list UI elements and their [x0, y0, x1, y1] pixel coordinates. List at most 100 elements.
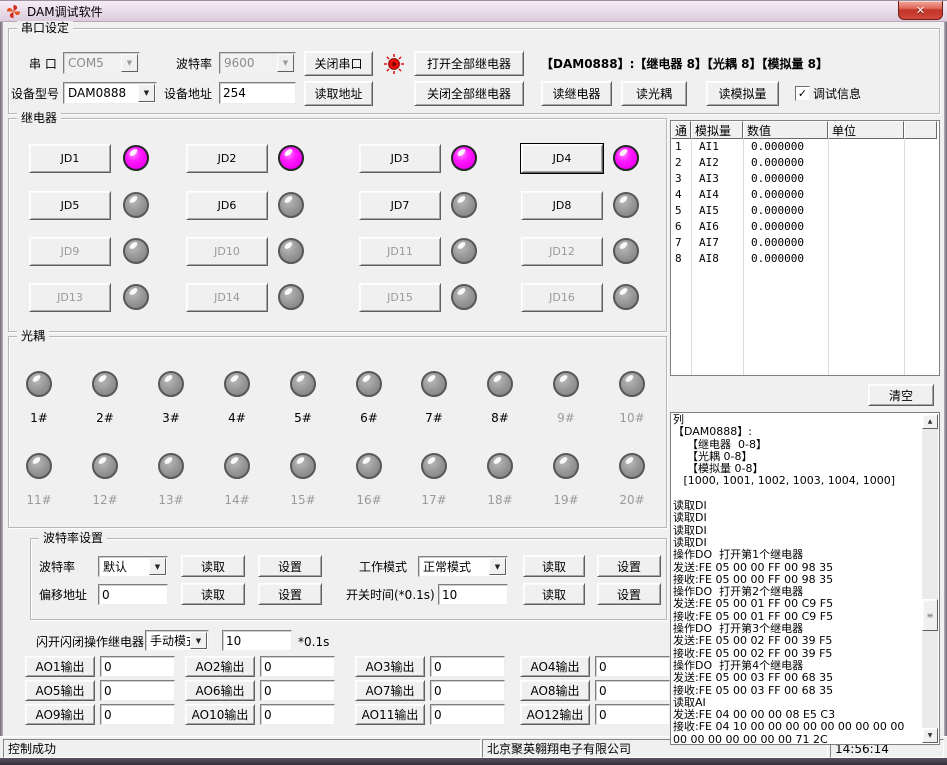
ao-output-input-2[interactable] — [260, 656, 335, 677]
baudrate-label: 波特率 — [176, 56, 212, 72]
table-header-cell[interactable]: 通 — [671, 121, 691, 139]
close-icon: ✕ — [916, 4, 925, 17]
clear-log-button[interactable]: 清空 — [868, 384, 934, 406]
ao-output-button-9[interactable]: AO9输出 — [25, 704, 95, 725]
device-model-select[interactable]: DAM0888 ▼ — [63, 82, 157, 104]
flash-mode-select[interactable]: 手动模式 ▼ — [145, 630, 209, 651]
ao-output-input-8[interactable] — [595, 680, 670, 701]
open-all-relays-button[interactable]: 打开全部继电器 — [414, 51, 524, 76]
table-cell: 7 — [675, 235, 682, 251]
debug-info-label: 调试信息 — [813, 86, 861, 102]
close-button[interactable]: ✕ — [898, 1, 943, 20]
titlebar[interactable]: DAM调试软件 ✕ — [0, 0, 947, 22]
switch-time-set-button[interactable]: 设置 — [597, 583, 661, 605]
ao-output-button-11[interactable]: AO11输出 — [355, 704, 425, 725]
ao-output-input-7[interactable] — [430, 680, 505, 701]
relay-led-jd11 — [451, 238, 477, 264]
baudrate-select[interactable]: 9600 ▼ — [219, 52, 296, 74]
baudrate-read-button[interactable]: 读取 — [181, 555, 245, 577]
relay-button-jd4[interactable]: JD4 — [521, 144, 603, 173]
ao-output-button-7[interactable]: AO7输出 — [355, 680, 425, 701]
opto-led-14 — [224, 453, 250, 479]
offset-set-button[interactable]: 设置 — [258, 583, 322, 605]
opto-led-18 — [487, 453, 513, 479]
baudrate-set-button[interactable]: 设置 — [258, 555, 322, 577]
log-panel[interactable]: 列 【DAM0888】: 【继电器 0-8】 【光耦 0-8】 【模拟量 0-8… — [670, 412, 940, 745]
ao-output-button-3[interactable]: AO3输出 — [355, 656, 425, 677]
relay-button-jd5[interactable]: JD5 — [29, 191, 111, 220]
table-header-cell[interactable] — [904, 121, 937, 139]
debug-info-checkbox[interactable]: ✓ — [795, 86, 810, 101]
ao-output-input-9[interactable] — [100, 704, 175, 725]
relay-button-jd9[interactable]: JD9 — [29, 237, 111, 266]
relay-button-jd1[interactable]: JD1 — [29, 144, 111, 173]
relay-button-jd8[interactable]: JD8 — [521, 191, 603, 220]
work-mode-select[interactable]: 正常模式 ▼ — [418, 556, 508, 577]
read-relays-button[interactable]: 读继电器 — [541, 81, 612, 106]
opto-label-6: 6# — [349, 411, 389, 425]
offset-address-input[interactable] — [98, 584, 168, 605]
app-icon — [6, 4, 21, 19]
table-cell: 0.000000 — [751, 251, 804, 267]
switch-time-label: 开关时间(*0.1s) — [346, 587, 435, 603]
flash-time-input[interactable] — [222, 630, 292, 651]
relay-button-jd13[interactable]: JD13 — [29, 283, 111, 312]
relay-button-jd11[interactable]: JD11 — [359, 237, 441, 266]
scroll-up-icon[interactable]: ▲ — [922, 414, 938, 429]
table-cell: AI1 — [699, 139, 719, 155]
read-opto-button[interactable]: 读光耦 — [621, 81, 687, 106]
ao-output-input-4[interactable] — [595, 656, 670, 677]
ao-output-button-4[interactable]: AO4输出 — [520, 656, 590, 677]
close-all-relays-button[interactable]: 关闭全部继电器 — [414, 81, 524, 106]
baudrate-setting-select[interactable]: 默认 ▼ — [98, 556, 168, 577]
ao-output-input-10[interactable] — [260, 704, 335, 725]
analog-table[interactable]: 通模拟量数值单位 1AI10.0000002AI20.0000003AI30.0… — [670, 120, 940, 376]
table-header-cell[interactable]: 模拟量 — [691, 121, 743, 139]
ao-output-button-10[interactable]: AO10输出 — [185, 704, 255, 725]
log-output[interactable]: 列 【DAM0888】: 【继电器 0-8】 【光耦 0-8】 【模拟量 0-8… — [673, 414, 921, 743]
switch-time-read-button[interactable]: 读取 — [523, 583, 585, 605]
device-address-input[interactable] — [219, 82, 296, 104]
relay-button-jd2[interactable]: JD2 — [186, 144, 268, 173]
log-scrollbar[interactable]: ▲ ≡ ▼ — [922, 414, 938, 743]
switch-time-input[interactable] — [438, 584, 508, 605]
close-serial-button[interactable]: 关闭串口 — [304, 51, 373, 76]
port-select[interactable]: COM5 ▼ — [63, 52, 140, 74]
opto-led-19 — [553, 453, 579, 479]
relay-button-jd15[interactable]: JD15 — [359, 283, 441, 312]
ao-output-input-6[interactable] — [260, 680, 335, 701]
relay-button-jd7[interactable]: JD7 — [359, 191, 441, 220]
relay-group: 继电器 JD1JD2JD3JD4JD5JD6JD7JD8JD9JD10JD11J… — [8, 118, 667, 332]
read-analog-button[interactable]: 读模拟量 — [706, 81, 779, 106]
ao-output-input-3[interactable] — [430, 656, 505, 677]
ao-output-button-8[interactable]: AO8输出 — [520, 680, 590, 701]
offset-read-button[interactable]: 读取 — [181, 583, 245, 605]
ao-output-input-5[interactable] — [100, 680, 175, 701]
relay-button-jd3[interactable]: JD3 — [359, 144, 441, 173]
ao-output-button-6[interactable]: AO6输出 — [185, 680, 255, 701]
ao-output-button-5[interactable]: AO5输出 — [25, 680, 95, 701]
relay-button-jd14[interactable]: JD14 — [186, 283, 268, 312]
relay-button-jd6[interactable]: JD6 — [186, 191, 268, 220]
ao-output-button-2[interactable]: AO2输出 — [185, 656, 255, 677]
table-row: 7AI70.000000 — [671, 235, 939, 251]
scrollbar-thumb[interactable]: ≡ — [922, 599, 938, 631]
read-address-button[interactable]: 读取地址 — [304, 81, 373, 106]
ao-output-button-1[interactable]: AO1输出 — [25, 656, 95, 677]
analog-table-body: 1AI10.0000002AI20.0000003AI30.0000004AI4… — [671, 139, 939, 375]
ao-output-input-1[interactable] — [100, 656, 175, 677]
ao-output-input-11[interactable] — [430, 704, 505, 725]
table-header-cell[interactable]: 数值 — [743, 121, 828, 139]
ao-output-button-12[interactable]: AO12输出 — [520, 704, 590, 725]
relay-button-jd12[interactable]: JD12 — [521, 237, 603, 266]
relay-led-jd7 — [451, 192, 477, 218]
table-cell: 0.000000 — [751, 235, 804, 251]
work-mode-set-button[interactable]: 设置 — [597, 555, 661, 577]
relay-button-jd10[interactable]: JD10 — [186, 237, 268, 266]
scroll-down-icon[interactable]: ▼ — [922, 728, 938, 743]
opto-led-6 — [356, 371, 382, 397]
work-mode-read-button[interactable]: 读取 — [523, 555, 585, 577]
table-header-cell[interactable]: 单位 — [828, 121, 904, 139]
relay-button-jd16[interactable]: JD16 — [521, 283, 603, 312]
ao-output-input-12[interactable] — [595, 704, 670, 725]
